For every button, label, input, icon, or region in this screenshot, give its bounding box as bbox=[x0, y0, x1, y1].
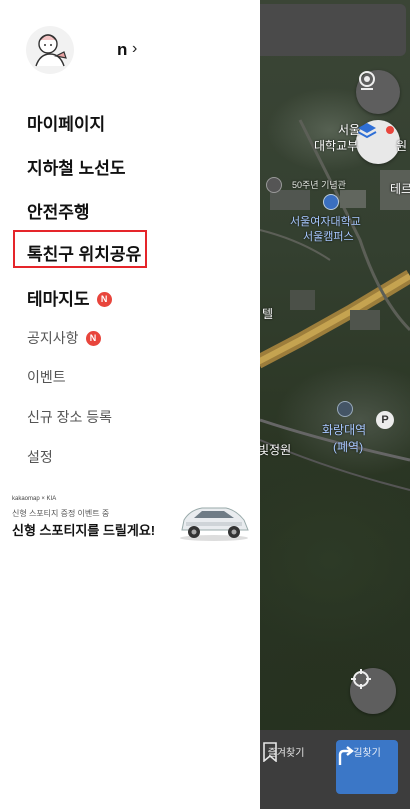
car-image bbox=[180, 507, 249, 541]
menu-item-settings[interactable]: 설정 bbox=[27, 447, 53, 467]
map-label-university: 대학교부 bbox=[314, 139, 359, 153]
map-label-closed: (폐역) bbox=[333, 440, 364, 454]
username[interactable]: n bbox=[117, 40, 127, 60]
map-label-seoul: 서울 bbox=[338, 123, 361, 137]
map-label-hwarang-station[interactable]: 화랑대역 bbox=[322, 421, 366, 438]
crosshair-icon bbox=[351, 669, 371, 689]
layer-notification-dot bbox=[386, 126, 394, 134]
map-label-park: 빛정원 bbox=[258, 443, 292, 457]
menu-item-register-place[interactable]: 신규 장소 등록 bbox=[27, 407, 112, 427]
turn-arrow-icon bbox=[338, 746, 354, 765]
menu-item-mypage[interactable]: 마이페이지 bbox=[27, 110, 105, 135]
chevron-right-icon[interactable]: › bbox=[132, 40, 137, 58]
camera-view-button[interactable] bbox=[356, 70, 400, 114]
ad-subtitle: 신형 스포티지 증정 이벤트 중 bbox=[12, 509, 110, 518]
ad-banner[interactable]: kakaomap × KIA 신형 스포티지 증정 이벤트 중 신형 스포티지를… bbox=[12, 496, 252, 546]
map-label-swu[interactable]: 서울여자대학교 bbox=[290, 213, 361, 229]
map-label-anniversary-hall: 50주년 기념관 bbox=[292, 180, 346, 190]
ad-title: 신형 스포티지를 드릴게요! bbox=[12, 523, 156, 538]
map-label-won: 원 bbox=[396, 139, 408, 153]
roadview-icon bbox=[359, 71, 375, 90]
menu-item-notice[interactable]: 공지사항 N bbox=[27, 328, 101, 348]
menu-item-friend-location[interactable]: 톡친구 위치공유 bbox=[27, 240, 141, 265]
map-label-te: 테르 bbox=[390, 182, 410, 196]
favorites-button[interactable]: 즐겨찾기 bbox=[262, 738, 310, 794]
menu-item-subway-map[interactable]: 지하철 노선도 bbox=[27, 154, 126, 179]
new-badge: N bbox=[85, 330, 101, 346]
new-badge: N bbox=[96, 292, 112, 308]
route-button[interactable]: 길찾기 bbox=[336, 740, 398, 794]
menu-item-safe-driving[interactable]: 안전주행 bbox=[27, 198, 90, 223]
bookmark-icon bbox=[263, 742, 277, 762]
parking-icon[interactable]: P bbox=[376, 411, 394, 429]
map-label-swu-campus[interactable]: 서울캠퍼스 bbox=[303, 228, 354, 244]
menu-item-theme-map-label: 테마지도 bbox=[27, 290, 90, 309]
menu-item-notice-label: 공지사항 bbox=[27, 330, 79, 346]
avatar[interactable] bbox=[26, 26, 74, 74]
menu-item-theme-map[interactable]: 테마지도 N bbox=[27, 285, 112, 310]
menu-item-event[interactable]: 이벤트 bbox=[27, 367, 66, 387]
ad-brand: kakaomap × KIA bbox=[12, 496, 57, 502]
station-icon[interactable] bbox=[337, 401, 353, 417]
school-icon[interactable] bbox=[323, 194, 339, 210]
profile-character-icon bbox=[35, 34, 67, 67]
side-drawer: n › 마이페이지 지하철 노선도 안전주행 톡친구 위치공유 테마지도 N 공지… bbox=[0, 0, 260, 809]
map-layer-button[interactable] bbox=[356, 120, 400, 164]
landmark-icon[interactable] bbox=[266, 177, 282, 193]
current-location-button[interactable] bbox=[350, 668, 396, 714]
map-label-tel: 텔 bbox=[262, 307, 274, 321]
